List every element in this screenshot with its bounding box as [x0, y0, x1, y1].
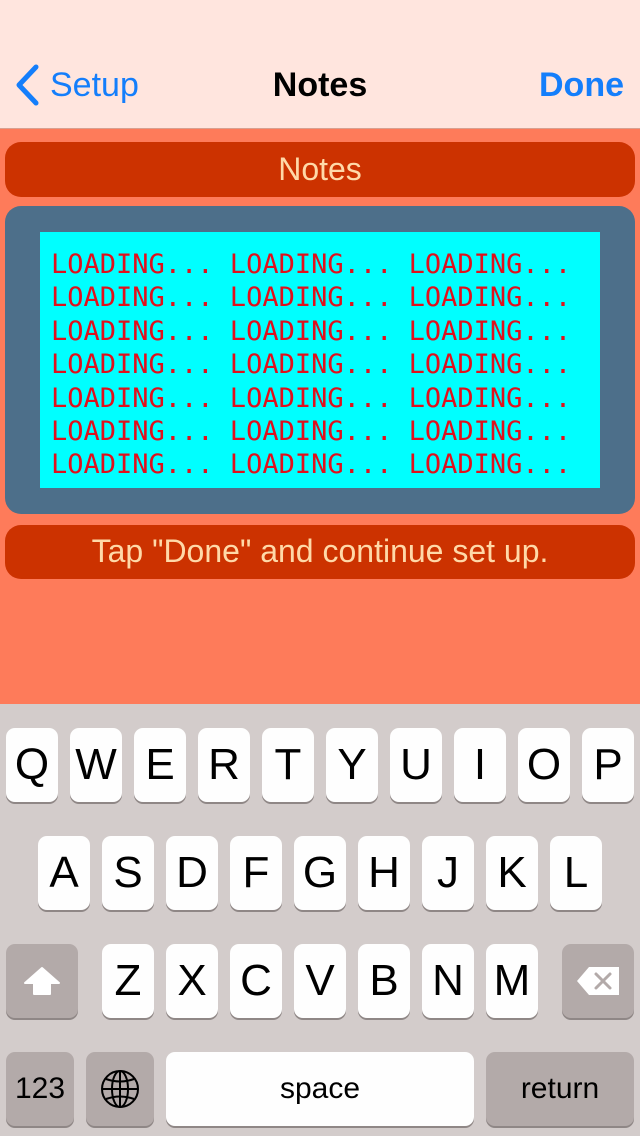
space-key[interactable]: space	[166, 1052, 474, 1126]
notes-frame: LOADING... LOADING... LOADING... LOADING…	[5, 206, 635, 514]
back-button-label: Setup	[50, 65, 139, 104]
key-w[interactable]: W	[70, 728, 122, 802]
shift-key[interactable]	[6, 944, 78, 1018]
navigation-bar: Setup Notes Done	[0, 0, 640, 129]
key-t[interactable]: T	[262, 728, 314, 802]
numbers-key[interactable]: 123	[6, 1052, 74, 1126]
key-i[interactable]: I	[454, 728, 506, 802]
key-m[interactable]: M	[486, 944, 538, 1018]
key-b[interactable]: B	[358, 944, 410, 1018]
key-g[interactable]: G	[294, 836, 346, 910]
notes-header: Notes	[5, 142, 635, 197]
return-key[interactable]: return	[486, 1052, 634, 1126]
key-f[interactable]: F	[230, 836, 282, 910]
key-l[interactable]: L	[550, 836, 602, 910]
key-d[interactable]: D	[166, 836, 218, 910]
key-x[interactable]: X	[166, 944, 218, 1018]
notes-text-area[interactable]: LOADING... LOADING... LOADING... LOADING…	[40, 232, 600, 488]
delete-icon	[562, 944, 634, 1018]
shift-icon	[6, 944, 78, 1018]
key-y[interactable]: Y	[326, 728, 378, 802]
key-j[interactable]: J	[422, 836, 474, 910]
globe-icon	[86, 1052, 154, 1126]
key-o[interactable]: O	[518, 728, 570, 802]
keyboard: Q W E R T Y U I O P A S D F G H J K L Z …	[0, 704, 640, 1136]
chevron-left-icon	[14, 64, 40, 106]
done-button[interactable]: Done	[539, 60, 624, 110]
key-z[interactable]: Z	[102, 944, 154, 1018]
key-a[interactable]: A	[38, 836, 90, 910]
key-e[interactable]: E	[134, 728, 186, 802]
key-p[interactable]: P	[582, 728, 634, 802]
key-s[interactable]: S	[102, 836, 154, 910]
back-button[interactable]: Setup	[14, 60, 139, 110]
key-n[interactable]: N	[422, 944, 474, 1018]
key-r[interactable]: R	[198, 728, 250, 802]
key-v[interactable]: V	[294, 944, 346, 1018]
key-k[interactable]: K	[486, 836, 538, 910]
key-u[interactable]: U	[390, 728, 442, 802]
key-h[interactable]: H	[358, 836, 410, 910]
key-c[interactable]: C	[230, 944, 282, 1018]
globe-key[interactable]	[86, 1052, 154, 1126]
key-q[interactable]: Q	[6, 728, 58, 802]
delete-key[interactable]	[562, 944, 634, 1018]
instruction-label: Tap "Done" and continue set up.	[5, 525, 635, 579]
